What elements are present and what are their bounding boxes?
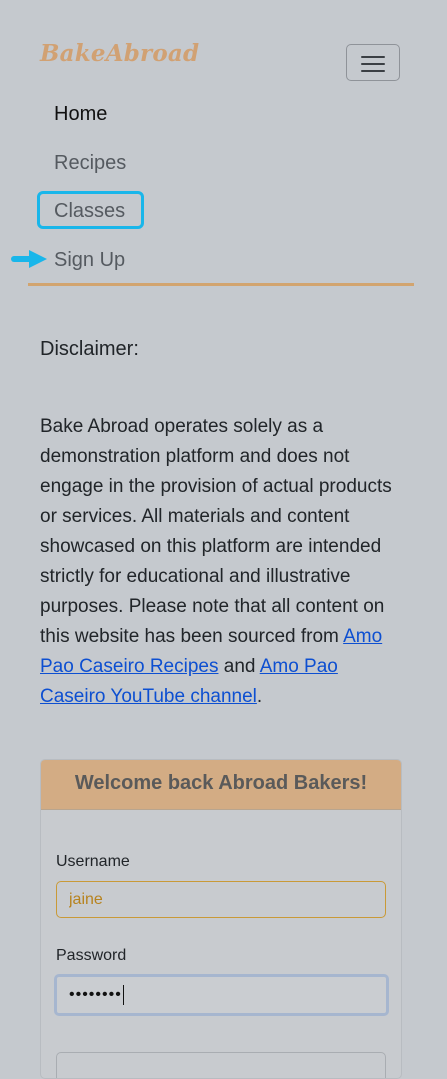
disclaimer-body: Bake Abroad operates solely as a demonst…	[40, 416, 392, 647]
hamburger-menu-icon	[361, 56, 385, 58]
navbar-toggler-button[interactable]	[346, 44, 400, 81]
password-input[interactable]: ••••••••	[54, 974, 389, 1016]
login-card-header: Welcome back Abroad Bakers!	[41, 760, 401, 810]
arrow-right-icon	[11, 250, 47, 268]
disclaimer-connector: and	[218, 656, 260, 677]
hamburger-menu-icon	[361, 63, 385, 65]
nav-item-home[interactable]: Home	[54, 102, 107, 126]
nav-item-classes[interactable]: Classes	[54, 199, 125, 223]
nav-item-recipes[interactable]: Recipes	[54, 151, 126, 175]
hamburger-menu-icon	[361, 70, 385, 72]
nav-item-sign-up[interactable]: Sign Up	[54, 248, 125, 272]
password-value: ••••••••	[69, 986, 122, 1003]
next-form-field[interactable]	[56, 1052, 386, 1078]
username-input[interactable]	[56, 881, 386, 918]
disclaimer-end: .	[256, 686, 263, 707]
text-caret	[122, 984, 124, 1005]
password-label: Password	[56, 947, 127, 964]
disclaimer-title: Disclaimer:	[40, 338, 139, 360]
disclaimer-text: Bake Abroad operates solely as a demonst…	[40, 412, 400, 712]
username-label: Username	[56, 853, 130, 870]
login-card: Welcome back Abroad Bakers! Username Pas…	[40, 759, 402, 1079]
nav-divider	[28, 283, 414, 286]
navbar: BakeAbroad Home Recipes Classes Sign Up	[0, 0, 447, 290]
brand-logo[interactable]: BakeAbroad	[40, 40, 199, 67]
